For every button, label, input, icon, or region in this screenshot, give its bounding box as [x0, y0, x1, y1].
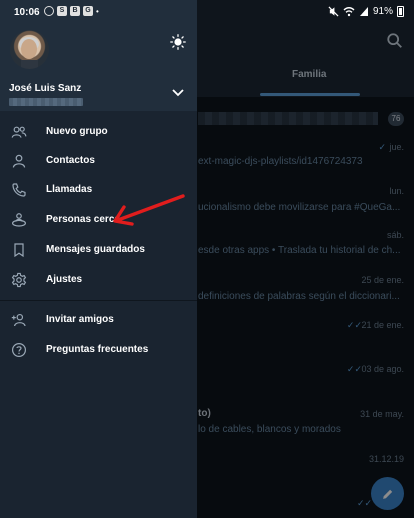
wifi-icon — [343, 7, 355, 17]
notification-icons: S B G • — [44, 6, 99, 16]
avatar[interactable] — [10, 30, 49, 69]
chevron-down-icon[interactable] — [172, 88, 184, 98]
menu-item-label: Nuevo grupo — [46, 126, 108, 137]
battery-percent: 91% — [372, 6, 393, 17]
user-name: José Luis Sanz — [9, 83, 82, 94]
notification-s-icon: S — [57, 6, 67, 16]
battery-icon — [397, 6, 404, 17]
phone-icon — [12, 183, 26, 197]
menu-divider — [0, 300, 197, 301]
navigation-drawer: José Luis Sanz Nuevo grupo Contactos Lla… — [0, 0, 197, 518]
day-night-toggle-icon[interactable] — [170, 34, 186, 50]
notification-b-icon: B — [70, 6, 80, 16]
menu-item-nuevo-grupo[interactable]: Nuevo grupo — [0, 118, 197, 146]
notification-g-icon: G — [83, 6, 93, 16]
add-person-icon — [11, 313, 26, 327]
annotation-arrow-icon — [113, 194, 185, 226]
screen: Familia 76 ✓ jue. ext-magic-djs-playlist… — [0, 0, 414, 518]
menu-item-invitar-amigos[interactable]: Invitar amigos — [0, 306, 197, 334]
menu-item-label: Contactos — [46, 155, 95, 166]
menu-item-ajustes[interactable]: Ajustes — [0, 266, 197, 294]
menu-item-preguntas-frecuentes[interactable]: Preguntas frecuentes — [0, 336, 197, 364]
system-indicators: 91% — [328, 6, 404, 17]
blurred-phone-number — [9, 98, 83, 106]
menu-item-label: Personas cerca — [46, 214, 120, 225]
status-bar: 10:06 S B G • 91% — [0, 0, 414, 24]
profile-photo — [19, 37, 39, 69]
bookmark-icon — [14, 243, 24, 258]
gear-icon — [11, 272, 27, 288]
menu-item-label: Llamadas — [46, 184, 93, 195]
whatsapp-icon — [44, 6, 54, 16]
signal-icon — [359, 7, 368, 16]
contact-icon — [12, 154, 26, 168]
menu-item-label: Ajustes — [46, 274, 83, 285]
people-nearby-icon — [12, 213, 26, 227]
dot-icon: • — [96, 6, 99, 16]
menu-item-label: Preguntas frecuentes — [46, 344, 149, 355]
help-icon — [12, 343, 26, 357]
menu-item-contactos[interactable]: Contactos — [0, 147, 197, 175]
menu-item-mensajes-guardados[interactable]: Mensajes guardados — [0, 236, 197, 264]
mute-icon — [328, 6, 339, 17]
status-time: 10:06 — [14, 7, 40, 18]
menu-item-label: Mensajes guardados — [46, 244, 145, 255]
menu-item-label: Invitar amigos — [46, 314, 114, 325]
group-icon — [11, 126, 27, 138]
